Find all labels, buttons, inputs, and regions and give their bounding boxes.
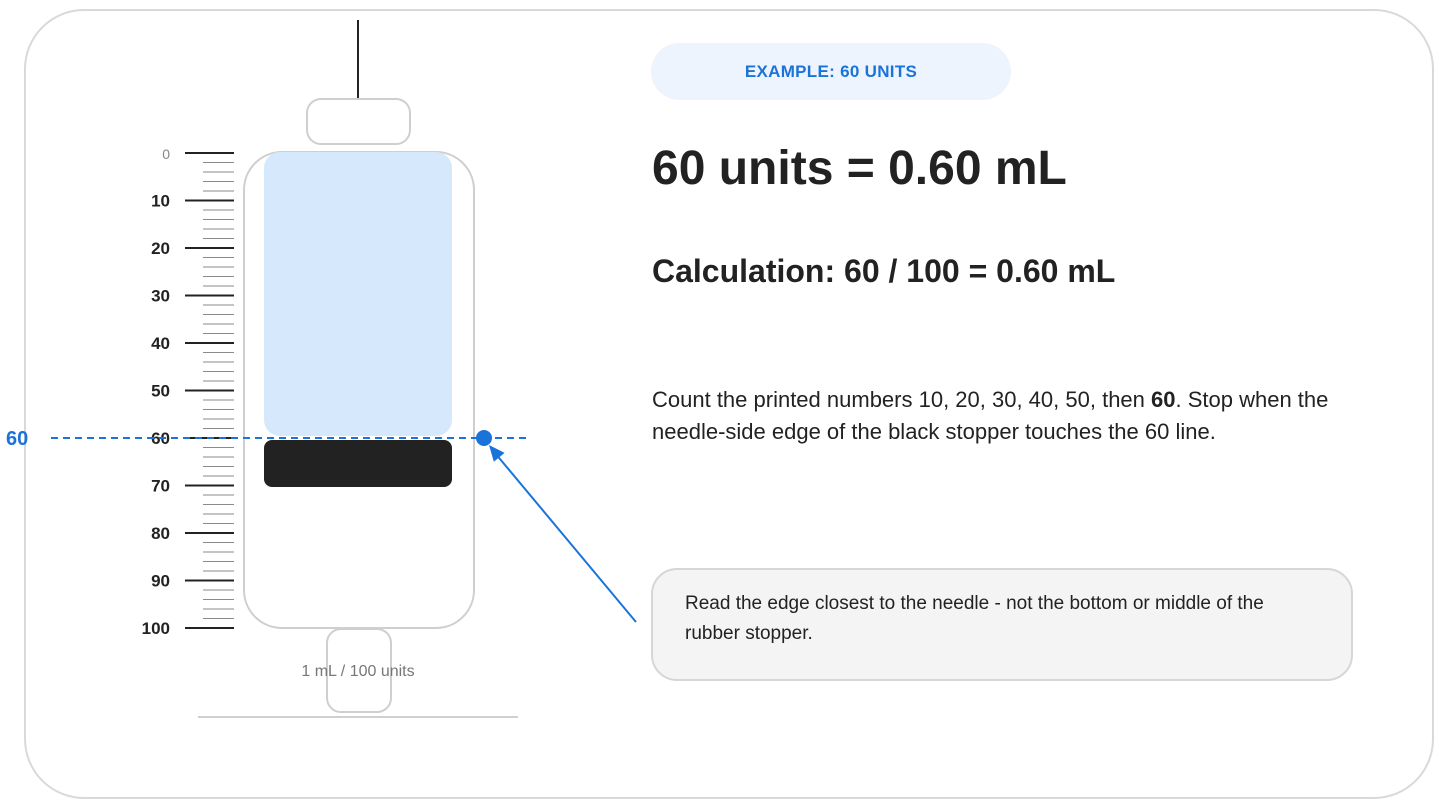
calculation: Calculation: 60 / 100 = 0.60 mL [652, 253, 1116, 289]
rubber-stopper [264, 440, 452, 487]
instruction-emphasis: 60 [1151, 387, 1176, 412]
instruction-part1: Count the printed numbers 10, 20, 30, 40… [652, 387, 1152, 412]
target-dot [476, 430, 492, 446]
tip-box: Read the edge closest to the needle - no… [651, 568, 1353, 681]
tip-text: Read the edge closest to the needle - no… [685, 593, 1264, 645]
scale-label: 0 [162, 146, 170, 162]
scale-label: 70 [151, 477, 170, 496]
instruction-text: Count the printed numbers 10, 20, 30, 40… [652, 384, 1352, 448]
scale-label: 30 [151, 287, 170, 306]
capacity-label: 1 mL / 100 units [301, 663, 414, 680]
scale-ticks [185, 152, 234, 629]
liquid-fill [264, 152, 452, 436]
pointer-arrowhead [489, 445, 505, 462]
headline: 60 units = 0.60 mL [652, 142, 1067, 195]
scale-label: 90 [151, 572, 170, 591]
scale-label: 100 [142, 619, 170, 638]
needle-hub [306, 98, 411, 145]
scale-label: 10 [151, 192, 170, 211]
target-marker-label: 60 [6, 428, 28, 450]
scale-label: 50 [151, 382, 170, 401]
example-badge: EXAMPLE: 60 UNITS [651, 43, 1011, 100]
scale-label: 40 [151, 334, 170, 353]
pointer-arrow-line [494, 452, 637, 623]
scale-label: 20 [151, 239, 170, 258]
scale-label: 80 [151, 524, 170, 543]
scale-labels: 0102030405060708090100 [142, 146, 171, 638]
